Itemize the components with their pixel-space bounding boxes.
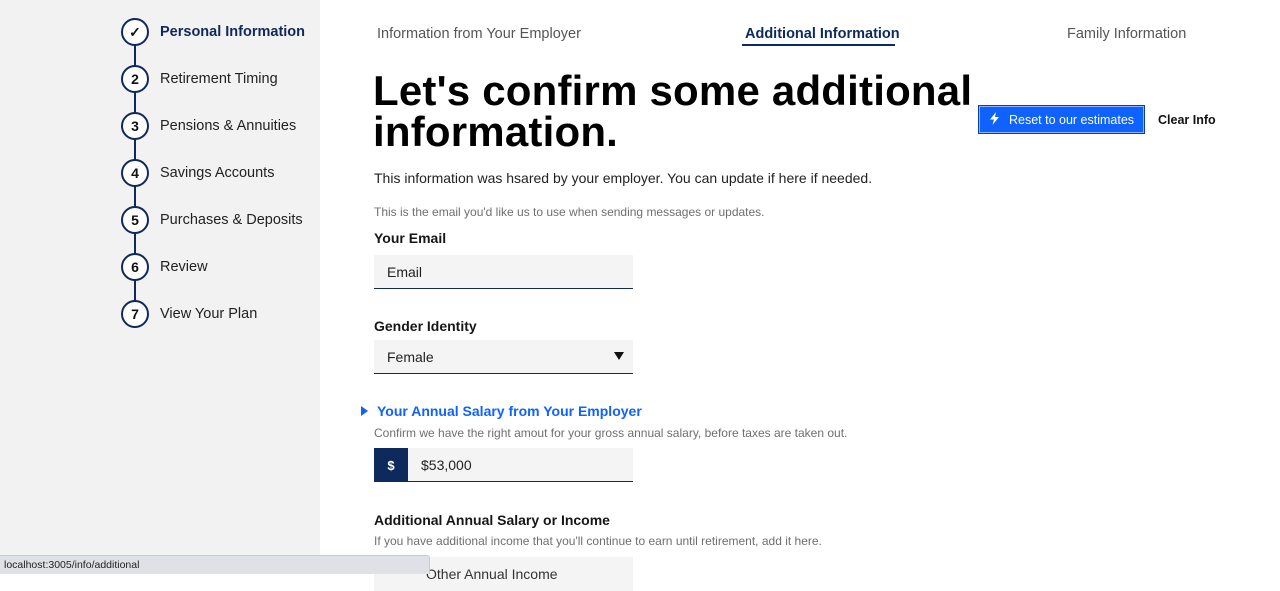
step-label: View Your Plan [160, 306, 258, 322]
intro-text: This information was hsared by your empl… [374, 170, 873, 186]
salary-label: Your Annual Salary from Your Employer [377, 403, 642, 419]
active-tab-indicator [742, 44, 895, 46]
step-number: 4 [121, 159, 149, 187]
salary-accordion-toggle[interactable]: Your Annual Salary from Your Employer [361, 403, 642, 419]
step-label: Review [160, 259, 208, 275]
step-review[interactable]: 6 Review [121, 253, 208, 281]
step-label: Purchases & Deposits [160, 212, 303, 228]
step-number: 6 [121, 253, 149, 281]
salary-input[interactable]: $53,000 [408, 448, 633, 482]
step-label: Personal Information [160, 24, 306, 40]
gender-value: Female [387, 348, 434, 365]
additional-income-helper-text: If you have additional income that you'l… [374, 534, 822, 548]
step-retirement-timing[interactable]: 2 Retirement Timing [121, 65, 278, 93]
step-number: 2 [121, 65, 149, 93]
step-number: 3 [121, 112, 149, 140]
step-number: 5 [121, 206, 149, 234]
reset-estimates-button[interactable]: Reset to our estimates [978, 105, 1145, 134]
step-label: Pensions & Annuities [160, 118, 297, 134]
tab-information-from-employer[interactable]: Information from Your Employer [377, 26, 581, 42]
step-personal-information[interactable]: ✓ Personal Information [121, 18, 305, 46]
email-helper-text: This is the email you'd like us to use w… [374, 205, 765, 219]
step-number: 7 [121, 300, 149, 328]
currency-prefix: $ [374, 448, 408, 482]
gender-select[interactable]: Female [374, 340, 633, 374]
page-title: Let's confirm some additional informatio… [373, 67, 973, 155]
reset-button-label: Reset to our estimates [1008, 112, 1135, 127]
salary-helper-text: Confirm we have the right amout for your… [374, 426, 848, 440]
clear-info-button[interactable]: Clear Info [1158, 113, 1216, 127]
additional-income-label: Additional Annual Salary or Income [374, 512, 610, 528]
caret-down-icon [614, 352, 624, 360]
browser-status-url: localhost:3005/info/additional [0, 555, 430, 574]
tab-additional-information[interactable]: Additional Information [745, 26, 900, 42]
email-field[interactable]: Email [374, 255, 633, 289]
step-savings-accounts[interactable]: 4 Savings Accounts [121, 159, 274, 187]
step-label: Retirement Timing [160, 71, 278, 87]
step-view-your-plan[interactable]: 7 View Your Plan [121, 300, 257, 328]
email-label: Your Email [374, 230, 447, 246]
sidebar: ✓ Personal Information 2 Retirement Timi… [0, 0, 320, 574]
step-label: Savings Accounts [160, 165, 275, 181]
step-purchases-deposits[interactable]: 5 Purchases & Deposits [121, 206, 303, 234]
check-icon: ✓ [121, 18, 149, 46]
gender-label: Gender Identity [374, 318, 477, 334]
tab-family-information[interactable]: Family Information [1067, 26, 1186, 42]
caret-right-icon [361, 406, 368, 416]
step-pensions-annuities[interactable]: 3 Pensions & Annuities [121, 112, 296, 140]
bolt-icon [989, 111, 1000, 128]
